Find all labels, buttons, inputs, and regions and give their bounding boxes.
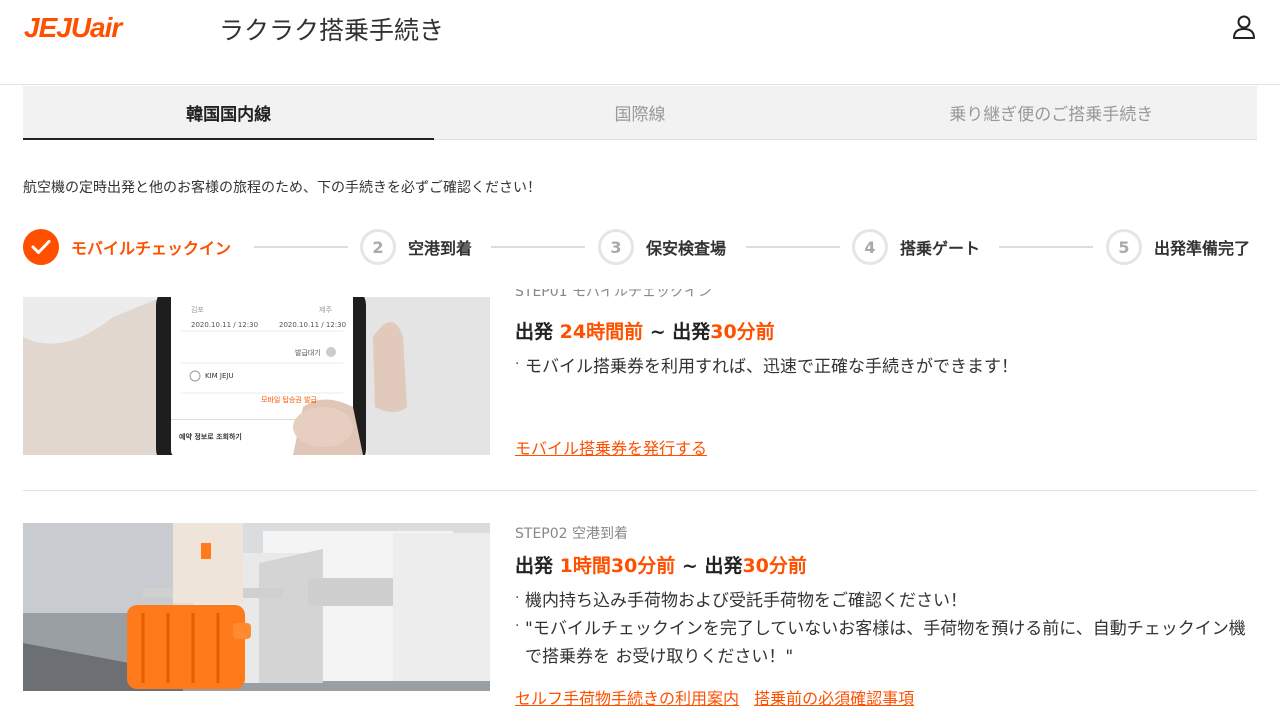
step-3-number: 3: [598, 229, 634, 265]
step01-time-end: 30分前: [710, 321, 775, 343]
step-3: 3 保安検査場: [598, 229, 726, 265]
site-header: JEJUair ラクラク搭乗手続き: [0, 0, 1280, 85]
step02-time-prefix: 出発: [515, 555, 560, 577]
step-2: 2 空港到着: [360, 229, 472, 265]
step-progress: モバイルチェックイン 2 空港到着 3 保安検査場 4 搭乗ゲート 5 出発準備…: [23, 229, 1259, 267]
step01-info: STEP01 モバイルチェックイン 出発 24時間前 ~ 出発30分前 モバイル…: [515, 289, 1018, 459]
card1-status: 발급대기: [295, 349, 321, 357]
self-baggage-guide-link[interactable]: セルフ手荷物手続きの利用案内: [515, 689, 739, 708]
step-5-label: 出発準備完了: [1154, 239, 1251, 258]
tab-domestic[interactable]: 韓国国内線: [23, 86, 435, 140]
step-4-label: 搭乗ゲート: [900, 239, 981, 258]
step01-links: モバイル搭乗券を発行する: [515, 435, 1018, 459]
user-icon[interactable]: [1232, 14, 1256, 40]
step-1: モバイルチェックイン: [23, 229, 231, 265]
card-divider: [23, 490, 1257, 491]
step02-bullets: 機内持ち込み手荷物および受託手荷物をご確認ください！ "モバイルチェックインを完…: [515, 585, 1257, 671]
card1-passenger: KIM JEJU: [205, 372, 234, 380]
card1-city-left: 김포: [191, 306, 204, 314]
step01-time-start: 24時間前: [559, 321, 644, 343]
step-2-number: 2: [360, 229, 396, 265]
step-connector: [254, 246, 348, 248]
pre-boarding-checklist-link[interactable]: 搭乗前の必須確認事項: [754, 689, 914, 708]
step-4-number: 4: [852, 229, 888, 265]
step02-tag: STEP02 空港到着: [515, 526, 628, 542]
issue-mobile-pass-link[interactable]: モバイル搭乗券を発行する: [515, 439, 707, 458]
step-connector: [999, 246, 1093, 248]
tab-international[interactable]: 国際線: [434, 86, 845, 139]
step-3-label: 保安検査場: [646, 239, 727, 258]
step02-time-mid: ~ 出発: [675, 555, 743, 577]
airport-counter-illustration: [23, 523, 490, 691]
step01-bullets: モバイル搭乗券を利用すれば、迅速で正確な手続きができます！: [515, 351, 1018, 381]
card1-issue-button: 모바일 탑승권 발급: [261, 396, 317, 404]
card1-date-right: 2020.10.11 / 12:30: [279, 321, 347, 329]
step01-time-mid: ~ 出発: [643, 321, 711, 343]
step01-bullet: モバイル搭乗券を利用すれば、迅速で正確な手続きができます！: [515, 351, 1018, 381]
step02-bullet-baggage: 機内持ち込み手荷物および受託手荷物をご確認ください！: [515, 585, 1257, 615]
step02-time-end: 30分前: [742, 555, 807, 577]
notice-text: 航空機の定時出発と他のお客様の旅程のため、下の手続きを必ずご確認ください！: [23, 180, 541, 196]
card1-city-right: 제주: [319, 306, 332, 314]
page-title: ラクラク搭乗手続き: [219, 16, 445, 45]
card1-date-left: 2020.10.11 / 12:30: [191, 321, 259, 329]
step01-tag: STEP01 モバイルチェックイン: [515, 289, 712, 300]
mobile-checkin-image: 김포 제주 2020.10.11 / 12:30 2020.10.11 / 12…: [23, 297, 490, 455]
route-tabs: 韓国国内線 国際線 乗り継ぎ便のご搭乗手続き: [23, 86, 1257, 140]
step-5-number: 5: [1106, 229, 1142, 265]
step-connector: [746, 246, 840, 248]
step02-info: STEP02 空港到着 出発 1時間30分前 ~ 出発30分前 機内持ち込み手荷…: [515, 523, 1257, 709]
step01-time: 出発 24時間前 ~ 出発30分前: [515, 317, 1018, 344]
step-5: 5 出発準備完了: [1106, 229, 1250, 265]
step02-time-start: 1時間30分前: [559, 555, 676, 577]
step02-time: 出発 1時間30分前 ~ 出発30分前: [515, 551, 1257, 578]
airport-arrival-image: [23, 523, 490, 691]
tab-transfer[interactable]: 乗り継ぎ便のご搭乗手続き: [846, 86, 1257, 139]
step02-links: セルフ手荷物手続きの利用案内 搭乗前の必須確認事項: [515, 685, 1257, 709]
step-1-circle: [23, 229, 59, 265]
check-icon: [31, 240, 51, 254]
step01-time-prefix: 出発: [515, 321, 560, 343]
step-connector: [491, 246, 585, 248]
step-1-label: モバイルチェックイン: [71, 239, 232, 258]
step-2-label: 空港到着: [408, 239, 473, 258]
step02-bullet-kiosk: "モバイルチェックインを完了していないお客様は、手荷物を預ける前に、自動チェック…: [515, 612, 1257, 671]
step-4: 4 搭乗ゲート: [852, 229, 980, 265]
card1-footer: 예약 정보로 조회하기: [179, 433, 242, 441]
jejuair-logo[interactable]: JEJUair: [24, 12, 122, 44]
